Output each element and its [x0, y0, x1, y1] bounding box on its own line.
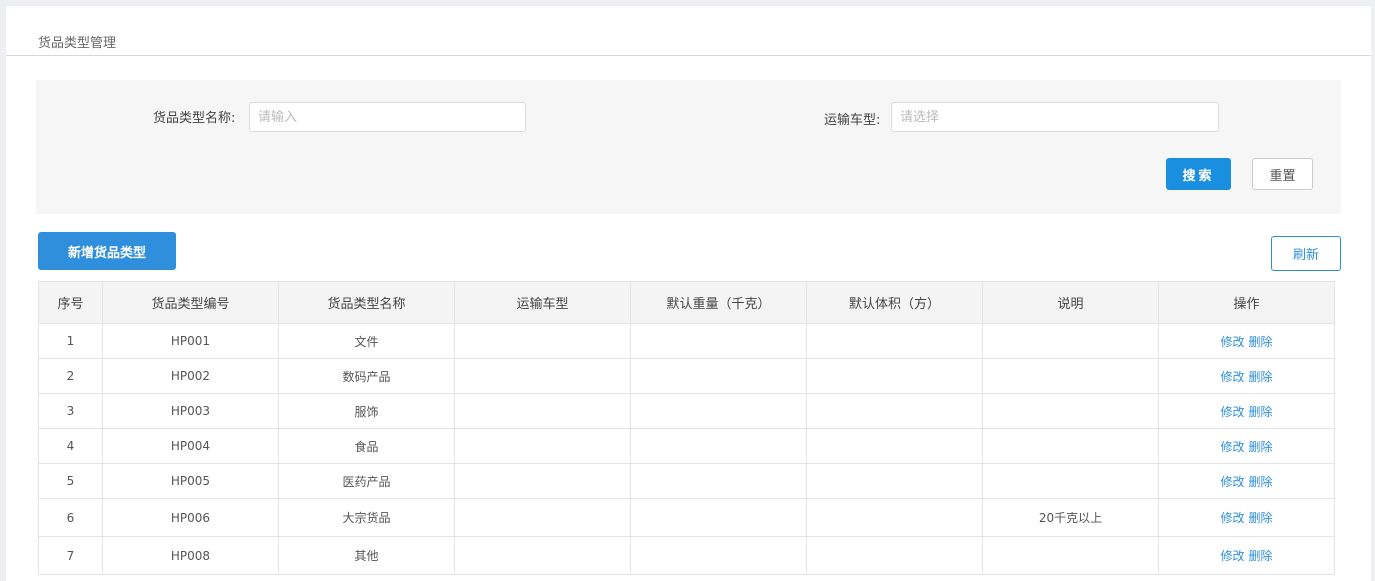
row-actions: 修改 删除 — [1158, 358, 1335, 394]
row-vehicle — [454, 323, 631, 359]
row-name: 大宗货品 — [278, 498, 455, 537]
row-actions: 修改 删除 — [1158, 393, 1335, 429]
row-index: 1 — [38, 323, 103, 359]
edit-link[interactable]: 修改 — [1220, 370, 1244, 384]
row-index: 3 — [38, 393, 103, 429]
row-name: 数码产品 — [278, 358, 455, 394]
row-weight — [630, 393, 807, 429]
table-header-row: 序号 货品类型编号 货品类型名称 运输车型 默认重量（千克） 默认体积（方） 说… — [38, 281, 1335, 324]
row-volume — [806, 323, 983, 359]
row-weight — [630, 358, 807, 394]
table-row: 5 HP005 医药产品 修改 删除 — [38, 463, 1335, 499]
row-vehicle — [454, 393, 631, 429]
table-row: 2 HP002 数码产品 修改 删除 — [38, 358, 1335, 394]
edit-link[interactable]: 修改 — [1220, 405, 1244, 419]
row-vehicle — [454, 536, 631, 575]
delete-link[interactable]: 删除 — [1249, 335, 1273, 349]
table-row: 4 HP004 食品 修改 删除 — [38, 428, 1335, 464]
table-row: 6 HP006 大宗货品 20千克以上 修改 删除 — [38, 498, 1335, 537]
table-row: 3 HP003 服饰 修改 删除 — [38, 393, 1335, 429]
search-button[interactable]: 搜索 — [1166, 158, 1231, 190]
row-note — [982, 358, 1159, 394]
row-actions: 修改 删除 — [1158, 323, 1335, 359]
column-header-actions: 操作 — [1158, 281, 1335, 324]
row-code: HP001 — [102, 323, 279, 359]
column-header-volume[interactable]: 默认体积（方） — [806, 281, 983, 324]
row-vehicle — [454, 358, 631, 394]
row-index: 5 — [38, 463, 103, 499]
row-note — [982, 393, 1159, 429]
row-note — [982, 536, 1159, 575]
reset-button[interactable]: 重置 — [1252, 158, 1313, 190]
edit-link[interactable]: 修改 — [1220, 549, 1244, 563]
row-name: 文件 — [278, 323, 455, 359]
row-name: 其他 — [278, 536, 455, 575]
page-header: 货品类型管理 — [6, 6, 1371, 56]
row-note — [982, 428, 1159, 464]
column-header-vehicle[interactable]: 运输车型 — [454, 281, 631, 324]
delete-link[interactable]: 删除 — [1249, 511, 1273, 525]
name-filter-input[interactable] — [249, 102, 526, 132]
column-header-code[interactable]: 货品类型编号 — [102, 281, 279, 324]
delete-link[interactable]: 删除 — [1249, 549, 1273, 563]
row-code: HP003 — [102, 393, 279, 429]
edit-link[interactable]: 修改 — [1220, 440, 1244, 454]
row-code: HP002 — [102, 358, 279, 394]
edit-link[interactable]: 修改 — [1220, 335, 1244, 349]
row-weight — [630, 428, 807, 464]
row-weight — [630, 498, 807, 537]
delete-link[interactable]: 删除 — [1249, 475, 1273, 489]
row-volume — [806, 428, 983, 464]
refresh-button[interactable]: 刷新 — [1271, 236, 1341, 271]
row-note — [982, 463, 1159, 499]
row-code: HP004 — [102, 428, 279, 464]
row-volume — [806, 358, 983, 394]
delete-link[interactable]: 删除 — [1249, 370, 1273, 384]
row-index: 7 — [38, 536, 103, 575]
row-name: 服饰 — [278, 393, 455, 429]
row-name: 医药产品 — [278, 463, 455, 499]
name-filter-label: 货品类型名称: — [153, 111, 236, 126]
row-actions: 修改 删除 — [1158, 428, 1335, 464]
row-weight — [630, 323, 807, 359]
vehicle-filter-label: 运输车型: — [824, 113, 881, 128]
row-vehicle — [454, 428, 631, 464]
edit-link[interactable]: 修改 — [1220, 511, 1244, 525]
column-header-weight[interactable]: 默认重量（千克） — [630, 281, 807, 324]
row-note: 20千克以上 — [982, 498, 1159, 537]
row-code: HP005 — [102, 463, 279, 499]
table-row: 7 HP008 其他 修改 删除 — [38, 536, 1335, 575]
column-header-note[interactable]: 说明 — [982, 281, 1159, 324]
row-index: 6 — [38, 498, 103, 537]
row-volume — [806, 393, 983, 429]
goods-type-table: 序号 货品类型编号 货品类型名称 运输车型 默认重量（千克） 默认体积（方） 说… — [38, 281, 1335, 575]
row-index: 4 — [38, 428, 103, 464]
page-title: 货品类型管理 — [38, 36, 117, 51]
row-actions: 修改 删除 — [1158, 536, 1335, 575]
row-weight — [630, 463, 807, 499]
row-volume — [806, 498, 983, 537]
row-actions: 修改 删除 — [1158, 498, 1335, 537]
filter-panel: 货品类型名称: 运输车型: 搜索 重置 — [36, 80, 1341, 214]
add-goods-type-button[interactable]: 新增货品类型 — [38, 232, 176, 270]
row-volume — [806, 463, 983, 499]
row-code: HP008 — [102, 536, 279, 575]
row-volume — [806, 536, 983, 575]
table-row: 1 HP001 文件 修改 删除 — [38, 323, 1335, 359]
edit-link[interactable]: 修改 — [1220, 475, 1244, 489]
row-code: HP006 — [102, 498, 279, 537]
column-header-name[interactable]: 货品类型名称 — [278, 281, 455, 324]
vehicle-filter-select[interactable] — [891, 102, 1219, 132]
row-index: 2 — [38, 358, 103, 394]
row-vehicle — [454, 463, 631, 499]
row-name: 食品 — [278, 428, 455, 464]
delete-link[interactable]: 删除 — [1249, 440, 1273, 454]
row-actions: 修改 删除 — [1158, 463, 1335, 499]
row-weight — [630, 536, 807, 575]
delete-link[interactable]: 删除 — [1249, 405, 1273, 419]
row-note — [982, 323, 1159, 359]
row-vehicle — [454, 498, 631, 537]
main-panel: 货品类型管理 货品类型名称: 运输车型: 搜索 重置 新增货品类型 刷新 序号 … — [6, 6, 1371, 581]
column-header-index[interactable]: 序号 — [38, 281, 103, 324]
